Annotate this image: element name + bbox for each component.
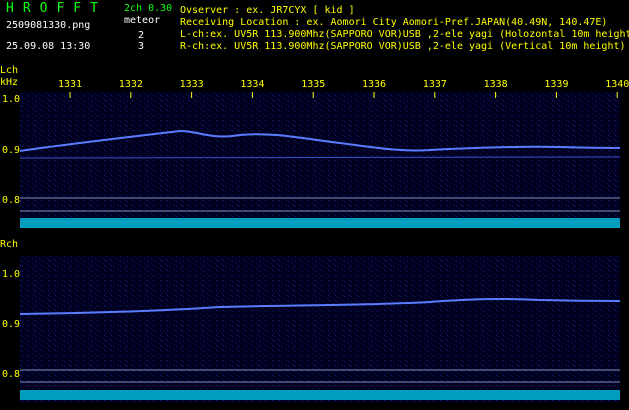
time-tick-label: 1334 <box>240 79 265 90</box>
time-tick-label: 1336 <box>362 79 387 90</box>
time-tick-label: 1332 <box>118 79 143 90</box>
time-tick-label: 1337 <box>422 79 447 90</box>
rch-axis-1-0: 1.0 <box>2 269 21 280</box>
lch-axis-0-9: 0.9 <box>2 145 21 156</box>
time-tick-label: 1338 <box>483 79 508 90</box>
lch-label: Lch <box>0 65 19 76</box>
lch-axis-1-0: 1.0 <box>2 94 21 105</box>
time-tick-label: 1339 <box>544 79 569 90</box>
rch-axis-0-8: 0.8 <box>2 369 21 380</box>
time-tick-label: 1333 <box>179 79 204 90</box>
time-tick-label: 1335 <box>301 79 326 90</box>
spectrogram-display <box>19 92 621 402</box>
rch-spectrogram <box>20 256 620 402</box>
lch-noise-floor <box>20 218 620 228</box>
lch-unit: kHz <box>0 77 19 88</box>
rch-label: Rch <box>0 239 19 250</box>
time-tick-label: 1340 <box>605 79 629 90</box>
lch-axis-0-8: 0.8 <box>2 195 21 206</box>
time-tick-label: 1331 <box>58 79 83 90</box>
rch-noise-floor <box>20 390 620 400</box>
rch-axis-0-9: 0.9 <box>2 319 21 330</box>
lch-spectrogram <box>20 92 620 228</box>
